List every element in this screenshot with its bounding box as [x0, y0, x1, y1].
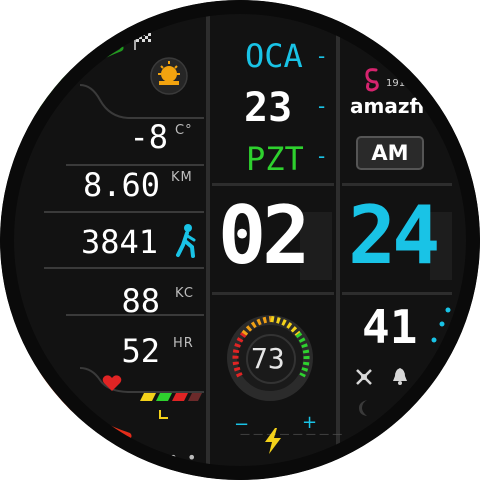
brand-name: amazfit	[350, 94, 434, 118]
distance-value: 8.60	[82, 166, 160, 204]
brand-logo-icon	[365, 68, 379, 92]
battery-scale: — — — — — — — —	[240, 429, 343, 440]
steps-value: 3841	[80, 223, 158, 261]
bell-icon	[393, 368, 407, 385]
heart-icon	[102, 375, 122, 391]
temperature-unit: C°	[175, 123, 193, 138]
checkered-flag-icon	[134, 32, 151, 50]
brand-code: 191	[386, 78, 406, 89]
seconds-value: 41	[362, 300, 418, 354]
hours-value: 02	[218, 189, 310, 282]
day-tick: -	[318, 94, 326, 118]
calories-unit: KC	[175, 286, 194, 301]
weekday-label: PZT	[246, 140, 304, 178]
temperature-value: -8	[129, 118, 168, 156]
alarm-icon	[356, 369, 372, 385]
bolt-icon	[265, 428, 281, 454]
watch-face: -8 C° 8.60 KM 3841 88 KC 52 HR • • • OCA…	[0, 0, 480, 480]
color-legend	[140, 393, 202, 419]
sun-icon	[150, 57, 188, 95]
month-label: OCA	[245, 37, 303, 75]
moon-icon	[359, 400, 367, 416]
day-value: 23	[244, 85, 293, 131]
seconds-dots	[431, 307, 451, 343]
month-tick: -	[318, 44, 326, 68]
minutes-value: 24	[348, 189, 440, 282]
weekday-tick: -	[318, 144, 326, 168]
period-badge: AM	[356, 136, 424, 170]
heart-rate-value: 52	[121, 332, 160, 370]
page-dots: • • •	[150, 448, 199, 467]
calories-value: 88	[121, 282, 160, 320]
heart-rate-unit: HR	[173, 336, 194, 351]
walking-person-icon	[176, 224, 196, 258]
battery-level: 73	[251, 342, 285, 375]
distance-unit: KM	[171, 170, 193, 185]
